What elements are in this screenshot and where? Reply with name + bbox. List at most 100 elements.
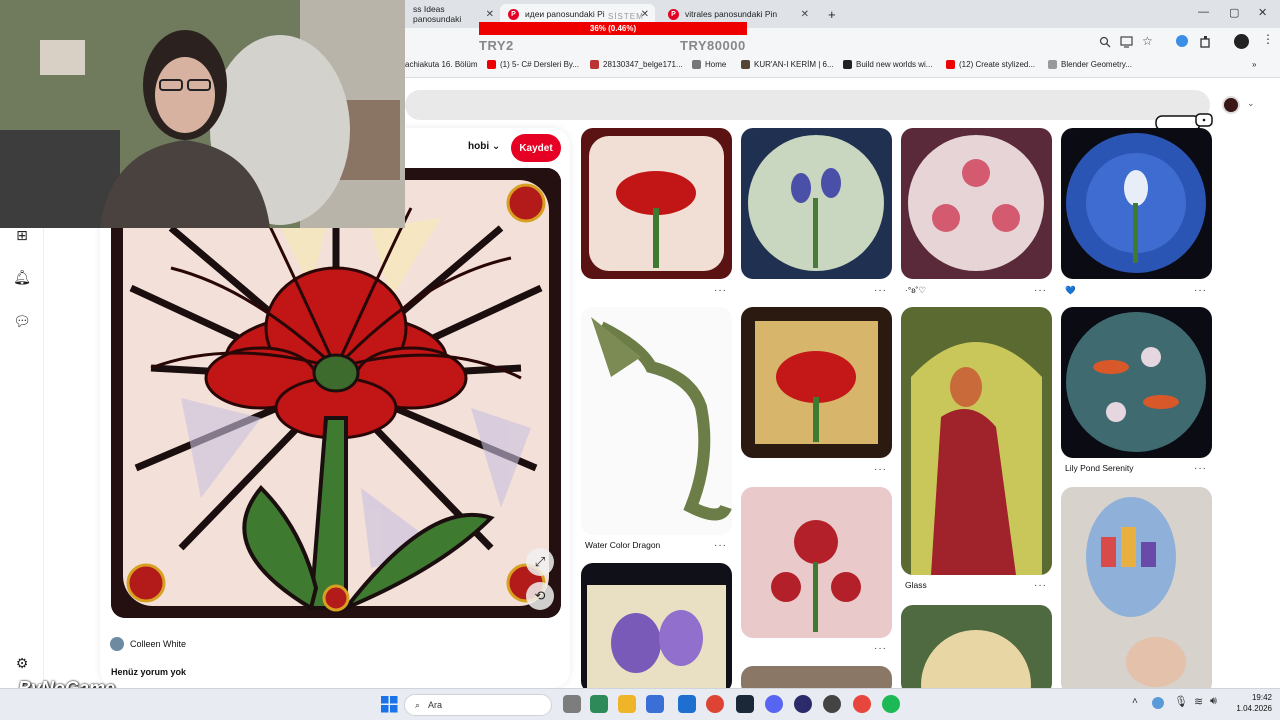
pin-painted-wine-glass[interactable] [1061,487,1212,695]
windows-taskbar [0,688,1280,720]
pinterest-icon: P [668,8,679,20]
volume-icon[interactable]: 🔊︎ [1210,695,1217,708]
pin-water-color-dragon[interactable] [581,307,732,535]
comments-status: Henüz yorum yok [111,667,187,677]
tab-label: ss Ideas panosundaki [413,4,462,24]
minimize-button[interactable]: — [1198,6,1209,18]
board-selector[interactable]: hobi ⌄ [468,141,500,152]
tab-label: идеи panosundaki Pi [525,9,605,19]
profile-avatar[interactable] [1234,34,1249,49]
browser-tab[interactable]: ss Ideas panosundaki ✕ [405,4,500,24]
more-options-icon[interactable]: ··· [714,540,727,551]
visual-search-icon[interactable]: ⟲ [526,582,554,610]
maximize-button[interactable]: ▢ [1229,6,1239,19]
pin-spider-lily[interactable] [581,128,732,279]
mail-icon[interactable] [678,695,696,713]
notifications-bell-icon[interactable]: 🔔︎ [13,268,31,286]
bookmark-item[interactable]: Home [692,60,726,69]
bookmark-item[interactable]: Blender Geometry... [1048,60,1132,69]
bookmarks-overflow-icon[interactable]: » [1252,60,1256,69]
chevron-down-icon[interactable]: ⌄ [1247,98,1255,109]
cast-icon[interactable] [1120,36,1133,48]
pinterest-icon: P [508,8,519,20]
more-options-icon[interactable]: ··· [714,285,727,296]
pin-caption: Lily Pond Serenity [1065,463,1134,473]
wifi-icon[interactable]: ≋ [1194,695,1203,708]
close-window-button[interactable]: ✕ [1258,6,1267,19]
document-icon [1048,60,1057,69]
webcam-feed [0,0,405,228]
user-avatar[interactable] [1222,96,1240,114]
expand-icon[interactable]: ⤢ [526,548,554,576]
steam-icon[interactable] [736,695,754,713]
new-tab-button[interactable]: + [820,4,840,24]
taskbar-search[interactable]: ⌕ Ara [404,694,552,716]
bookmark-item[interactable]: (12) Create stylized... [946,60,1035,69]
pin-iris[interactable] [581,563,732,693]
extensions-puzzle-icon[interactable] [1199,35,1212,48]
discord-icon[interactable] [765,695,783,713]
search-bar[interactable] [405,90,1210,120]
app-icon[interactable] [590,695,608,713]
youtube-icon [946,60,955,69]
pin-blue-lilies[interactable] [1061,128,1212,279]
close-tab-icon[interactable]: ✕ [486,9,494,20]
search-icon: ⌕ [415,699,421,710]
pin-lily-pond-serenity[interactable] [1061,307,1212,458]
pin-caption: Water Color Dragon [585,540,661,550]
overlay-bar-text: 36% (0.46%) [589,24,637,33]
pin-caption: ·°ʚ˚♡ [905,285,926,295]
bookmark-item[interactable]: achiakuta 16. Bölüm [405,60,478,69]
stained-glass-spider-lily-image[interactable]: ⤢ ⟲ [111,168,561,618]
extension-icon[interactable] [1176,35,1188,47]
more-options-icon[interactable]: ··· [1034,285,1047,296]
spotify-icon[interactable] [882,695,900,713]
pin-pink-roses-circle[interactable] [901,128,1052,279]
taskbar-clock[interactable]: 19:42 1.04.2026 [1222,692,1272,714]
more-options-icon[interactable]: ··· [874,643,887,654]
task-view-icon[interactable] [563,695,581,713]
epic-icon [843,60,852,69]
browser-menu-icon[interactable]: ⋮ [1262,32,1274,46]
bookmark-item[interactable]: 28130347_belge171... [590,60,683,69]
tray-overflow-icon[interactable]: ˄ [1132,696,1138,707]
create-icon[interactable]: ⊞ [13,226,31,244]
overlay-label: SİSTEM [608,12,644,21]
pin-author[interactable]: Colleen White [110,637,186,651]
tray-app-icon[interactable] [1152,697,1164,709]
obs-icon[interactable] [823,695,841,713]
youtube-icon [487,60,496,69]
zoom-icon[interactable] [1099,36,1111,48]
more-options-icon[interactable]: ··· [1034,580,1047,591]
overlay-right-value: TRY80000 [680,38,746,53]
chrome-icon[interactable] [706,695,724,713]
bookmark-star-icon[interactable]: ☆ [1142,34,1153,48]
more-options-icon[interactable]: ··· [1194,285,1207,296]
store-icon[interactable] [646,695,664,713]
home-icon [692,60,701,69]
bookmark-icon [741,60,750,69]
close-tab-icon[interactable]: ✕ [801,9,809,20]
bookmark-item[interactable]: KUR'AN-I KERİM | 6... [741,60,834,69]
pin-red-roses-glass[interactable] [741,487,892,638]
save-button[interactable]: Kaydet [511,134,561,162]
app-icon[interactable] [794,695,812,713]
bookmark-item[interactable]: Build new worlds wi... [843,60,932,69]
more-options-icon[interactable]: ··· [874,464,887,475]
pin-sunburst-glass[interactable] [901,605,1052,695]
messages-icon[interactable]: 💬︎ [13,312,31,330]
bookmark-item[interactable]: (1) 5- C# Dersleri By... [487,60,579,69]
file-explorer-icon[interactable] [618,695,636,713]
browser-tab[interactable]: P vitrales panosundaki Pin ✕ [660,4,815,24]
tab-label: vitrales panosundaki Pin [685,9,778,19]
more-options-icon[interactable]: ··· [874,285,887,296]
pin-glass-woman[interactable] [901,307,1052,575]
pin-bluebells[interactable] [741,128,892,279]
settings-gear-icon[interactable]: ⚙ [13,654,31,672]
more-options-icon[interactable]: ··· [1194,463,1207,474]
windows-start-icon[interactable] [381,696,398,713]
microphone-icon[interactable]: 🎙︎ [1174,695,1188,708]
chrome-icon[interactable] [853,695,871,713]
pin-caption: Glass [905,580,927,590]
pin-red-lily-ornate[interactable] [741,307,892,458]
